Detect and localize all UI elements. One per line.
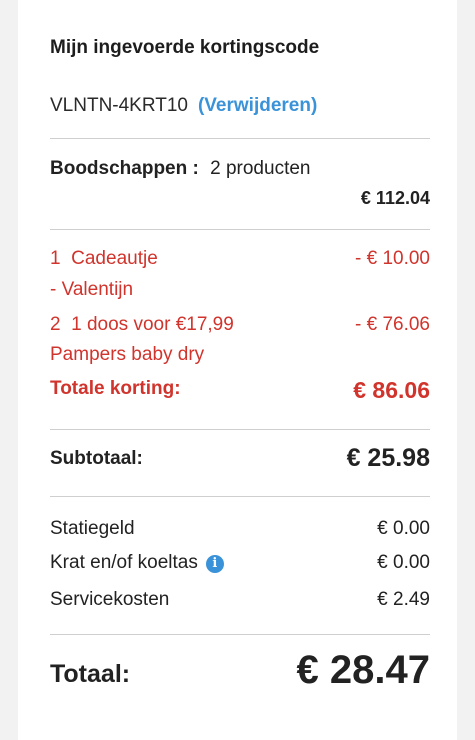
discount-qty: 1 <box>50 248 61 269</box>
fee-label: Servicekosten <box>50 589 170 610</box>
grand-total-row: Totaal: € 28.47 <box>50 648 430 692</box>
info-icon[interactable]: i <box>205 555 224 573</box>
discount-item: 1 Cadeautje - € 10.00 <box>50 248 430 270</box>
total-discount-row: Totale korting: € 86.06 <box>50 377 430 403</box>
discount-amount: - € 10.00 <box>355 248 430 269</box>
order-summary-card: Mijn ingevoerde kortingscode VLNTN-4KRT1… <box>18 0 457 740</box>
discount-code-heading: Mijn ingevoerde kortingscode <box>50 37 320 58</box>
fee-amount: € 0.00 <box>377 518 430 539</box>
grand-total-amount: € 28.47 <box>296 648 430 692</box>
fee-label: Krat en/of koeltas <box>50 552 198 573</box>
fee-amount: € 2.49 <box>377 589 430 610</box>
discount-amount: - € 76.06 <box>355 314 430 335</box>
fee-row-crate: Krat en/of koeltas i € 0.00 <box>50 552 430 574</box>
remove-discount-link[interactable]: (Verwijderen) <box>198 95 317 116</box>
subtotal-row: Subtotaal: € 25.98 <box>50 444 430 472</box>
fee-amount: € 0.00 <box>377 552 430 573</box>
subtotal-amount: € 25.98 <box>346 444 430 472</box>
fee-label: Statiegeld <box>50 518 135 539</box>
divider <box>50 634 430 635</box>
total-discount-amount: € 86.06 <box>353 377 430 403</box>
discount-item: 2 1 doos voor €17,99 - € 76.06 <box>50 314 430 336</box>
discount-name: Cadeautje <box>71 248 158 269</box>
divider <box>50 496 430 497</box>
discount-name-continued: - Valentijn <box>50 279 134 300</box>
discount-qty: 2 <box>50 314 61 335</box>
total-discount-label: Totale korting: <box>50 378 181 399</box>
groceries-amount: € 112.04 <box>360 188 430 208</box>
groceries-row: Boodschappen : 2 producten <box>50 158 430 180</box>
grand-total-label: Totaal: <box>50 660 131 688</box>
discount-code-value: VLNTN-4KRT10 <box>50 95 188 116</box>
divider <box>50 229 430 230</box>
divider <box>50 429 430 430</box>
discount-name-continued: Pampers baby dry <box>50 344 205 365</box>
divider <box>50 138 430 139</box>
subtotal-label: Subtotaal: <box>50 448 143 469</box>
discount-code-row: VLNTN-4KRT10 (Verwijderen) <box>50 95 317 117</box>
fee-row-service: Servicekosten € 2.49 <box>50 589 430 611</box>
fee-row-deposit: Statiegeld € 0.00 <box>50 518 430 540</box>
groceries-label: Boodschappen : <box>50 158 199 179</box>
discount-name: 1 doos voor €17,99 <box>71 314 234 335</box>
groceries-count: 2 producten <box>210 158 311 179</box>
